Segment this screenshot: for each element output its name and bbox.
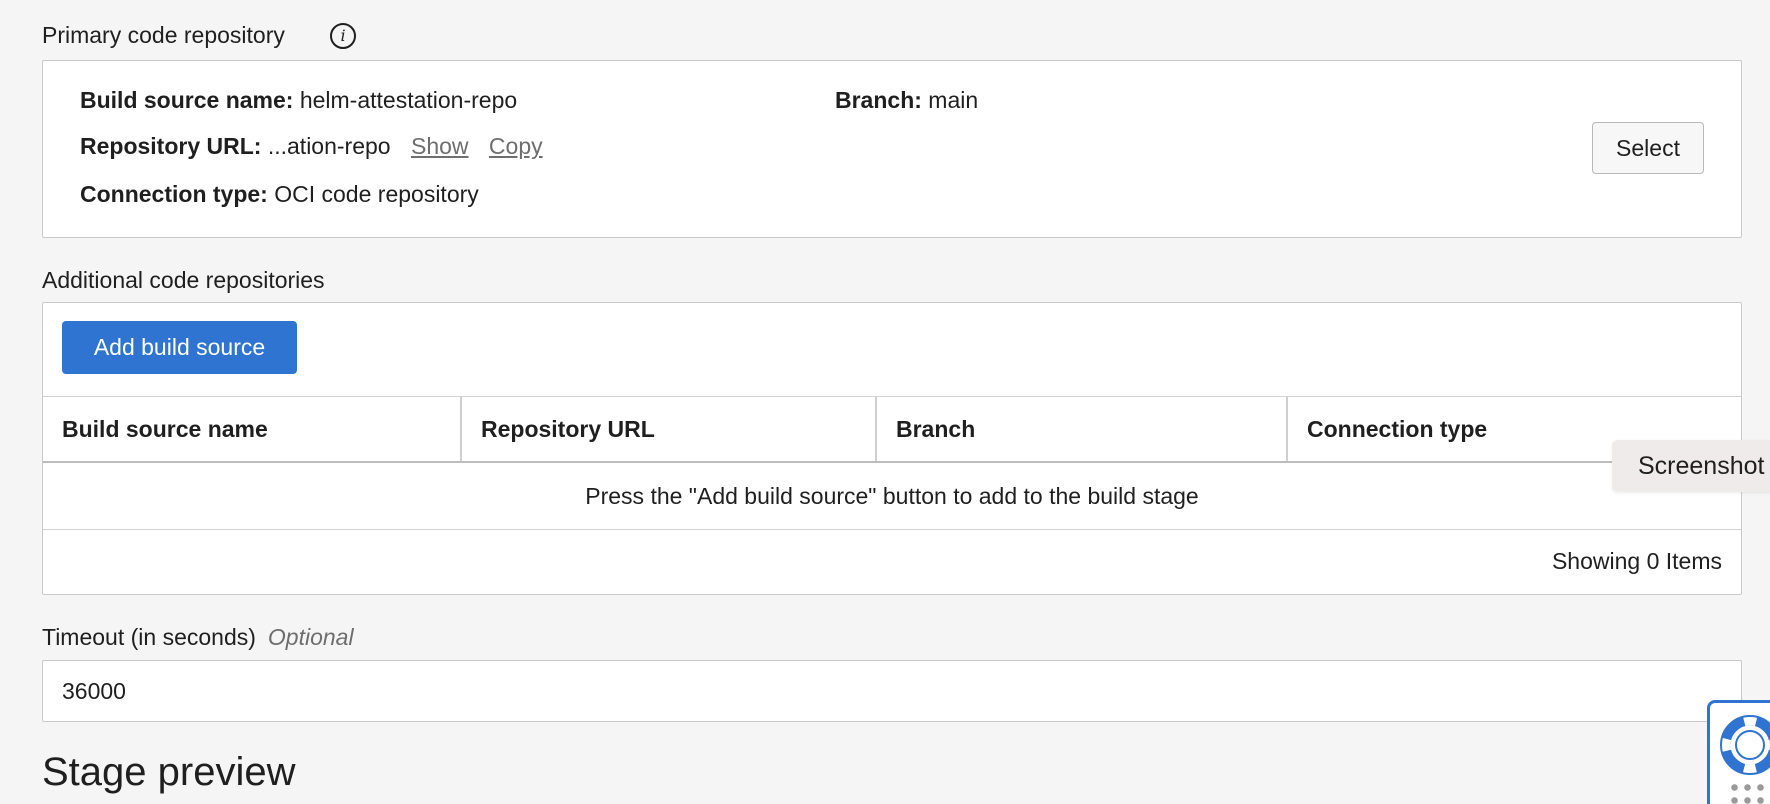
build-source-name-value: helm-attestation-repo bbox=[299, 87, 518, 113]
build-source-name-row: Build source name: helm-attestation-repo bbox=[80, 87, 517, 114]
timeout-label: Timeout (in seconds) bbox=[42, 624, 256, 650]
screenshot-tooltip: Screenshot bbox=[1612, 440, 1770, 492]
show-link[interactable]: Show bbox=[411, 133, 469, 159]
column-header-build-source-name[interactable]: Build source name bbox=[43, 397, 462, 461]
branch-value: main bbox=[928, 87, 979, 113]
select-button[interactable]: Select bbox=[1592, 122, 1704, 174]
build-stage-form: Primary code repository i Build source n… bbox=[0, 0, 1770, 804]
column-header-branch[interactable]: Branch bbox=[877, 397, 1288, 461]
additional-repos-label: Additional code repositories bbox=[42, 267, 325, 293]
timeout-label-row: Timeout (in seconds) Optional bbox=[42, 624, 354, 651]
table-header: Build source name Repository URL Branch … bbox=[43, 396, 1741, 463]
primary-repo-label: Primary code repository bbox=[42, 22, 285, 48]
help-widget[interactable] bbox=[1707, 700, 1770, 804]
repository-url-label: Repository URL: bbox=[80, 133, 262, 159]
branch-label: Branch: bbox=[835, 87, 922, 113]
primary-repo-panel: Build source name: helm-attestation-repo… bbox=[42, 60, 1742, 238]
info-icon[interactable]: i bbox=[330, 23, 356, 49]
timeout-input[interactable] bbox=[42, 660, 1742, 722]
copy-link[interactable]: Copy bbox=[489, 133, 543, 159]
connection-type-label: Connection type: bbox=[80, 181, 268, 207]
optional-label: Optional bbox=[267, 624, 354, 650]
drag-handle-icon[interactable] bbox=[1728, 781, 1768, 804]
repository-url-row: Repository URL: ...ation-repo Show Copy bbox=[80, 133, 543, 160]
connection-type-value: OCI code repository bbox=[274, 181, 479, 207]
connection-type-row: Connection type: OCI code repository bbox=[80, 181, 479, 208]
table-item-count: Showing 0 Items bbox=[1551, 548, 1722, 574]
branch-row: Branch: main bbox=[835, 87, 978, 114]
add-build-source-button[interactable]: Add build source bbox=[62, 321, 297, 374]
column-header-repository-url[interactable]: Repository URL bbox=[462, 397, 877, 461]
build-source-name-label: Build source name: bbox=[80, 87, 294, 113]
stage-preview-title: Stage preview bbox=[42, 750, 296, 794]
repository-url-value: ...ation-repo bbox=[267, 133, 391, 159]
table-empty-message: Press the "Add build source" button to a… bbox=[43, 463, 1741, 530]
additional-repos-panel: Add build source Build source name Repos… bbox=[42, 302, 1742, 595]
lifebuoy-icon bbox=[1720, 715, 1770, 775]
